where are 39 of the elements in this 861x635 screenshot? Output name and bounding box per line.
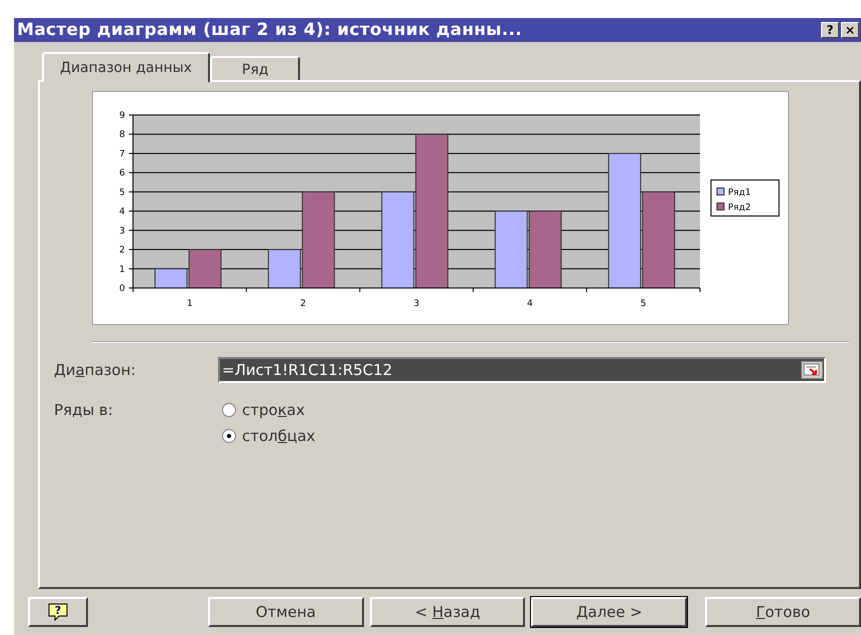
collapse-dialog-icon[interactable] xyxy=(801,361,823,379)
axis-label: 3 xyxy=(119,226,125,236)
help-button[interactable]: ? xyxy=(28,597,88,627)
radio-option[interactable]: столбцах xyxy=(218,427,316,445)
axis-label: 3 xyxy=(414,299,420,309)
legend-box xyxy=(710,180,780,216)
axis-label: 2 xyxy=(300,299,306,309)
help-button[interactable]: ? xyxy=(821,22,839,38)
axis-label: 4 xyxy=(527,299,533,309)
axis-label: 7 xyxy=(119,149,125,160)
axis-label: 2 xyxy=(119,246,125,256)
help-icon: ? xyxy=(46,602,69,622)
axis-label: 4 xyxy=(119,207,125,218)
dialog-button[interactable]: < Назад xyxy=(370,597,526,627)
dialog-button[interactable]: Далее > xyxy=(531,597,688,627)
tab[interactable]: Диапазон данных xyxy=(42,52,210,82)
axis-label: 5 xyxy=(640,299,646,309)
axis-label: 5 xyxy=(119,188,125,198)
axis-label: 0 xyxy=(119,284,125,294)
dialog-button[interactable]: Готово xyxy=(705,597,861,627)
series-in-label: Ряды в: xyxy=(53,401,114,421)
radio-button[interactable] xyxy=(222,403,236,417)
axis-label: 9 xyxy=(119,111,125,121)
axis-label: 8 xyxy=(119,130,125,140)
axis-label: 6 xyxy=(119,168,125,179)
legend-swatch xyxy=(716,188,724,196)
window-title: Мастер диаграмм (шаг 2 из 4): источник данны... xyxy=(17,20,523,40)
legend-swatch xyxy=(716,202,724,210)
legend-label: Ряд2 xyxy=(728,203,751,213)
axis-label: 1 xyxy=(186,299,193,309)
tab[interactable]: Ряд xyxy=(210,56,300,80)
legend-label: Ряд1 xyxy=(728,188,751,198)
dialog-button[interactable]: Отмена xyxy=(208,597,364,627)
range-field[interactable]: =Лист1!R1C11:R5C12 xyxy=(218,357,826,383)
close-button[interactable]: × xyxy=(841,22,859,38)
range-label: Диапазон: xyxy=(53,361,137,379)
radio-button[interactable] xyxy=(222,429,236,443)
radio-option[interactable]: строках xyxy=(218,401,316,419)
axis-label: 1 xyxy=(119,264,125,275)
